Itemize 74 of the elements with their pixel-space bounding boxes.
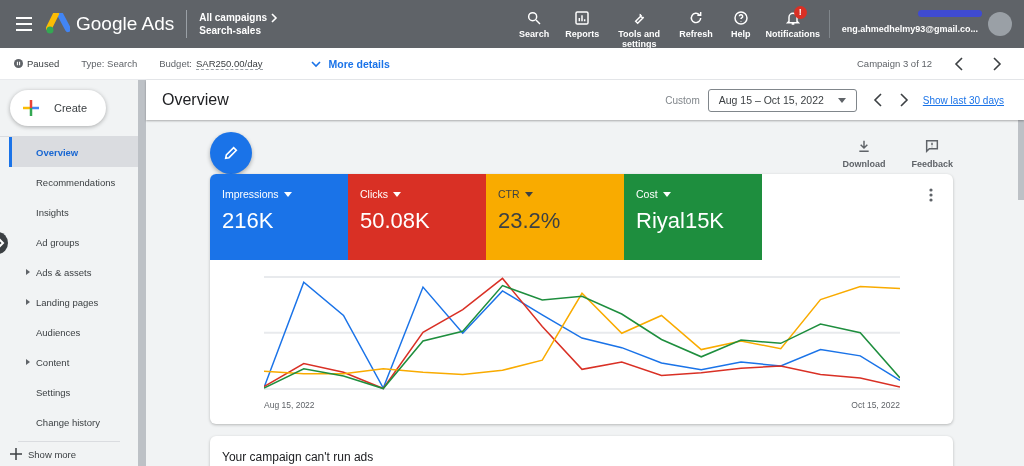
more-options-icon[interactable]: [929, 188, 933, 202]
sidebar-item[interactable]: Recommendations: [9, 167, 138, 197]
metric-tile[interactable]: CTR 23.2%: [486, 174, 624, 260]
chevron-down-icon: [310, 59, 321, 68]
chevron-left-icon: [872, 93, 883, 107]
refresh-button[interactable]: Refresh: [671, 9, 721, 39]
sidebar-item[interactable]: Insights: [9, 197, 138, 227]
axis-label: Aug 15, 2022: [264, 400, 315, 410]
caret-icon: [283, 191, 292, 197]
app-name: Google Ads: [76, 13, 175, 35]
metric-dropdown[interactable]: Cost: [636, 188, 750, 200]
metric-value: 23.2%: [498, 208, 562, 234]
help-icon: [732, 9, 749, 26]
sidebar-item[interactable]: Overview: [9, 137, 138, 167]
edit-button[interactable]: [210, 132, 252, 174]
reports-button[interactable]: Reports: [557, 9, 608, 39]
metric-tile[interactable]: Impressions 216K: [210, 174, 348, 260]
sidebar-item[interactable]: Landing pages: [9, 287, 138, 317]
caret-icon: [662, 191, 671, 197]
last-30-days-link[interactable]: Show last 30 days: [922, 94, 1004, 106]
chevron-right-icon: [270, 12, 279, 23]
logo-icon: [46, 13, 70, 35]
create-button[interactable]: Create: [10, 90, 106, 126]
help-button[interactable]: Help: [720, 9, 761, 39]
metric-value: 216K: [222, 208, 275, 234]
metric-tile[interactable]: Cost Riyal15K: [624, 174, 762, 260]
metric-value: Riyal15K: [636, 208, 726, 234]
sidebar-item[interactable]: Ads & assets: [9, 257, 138, 287]
plus-icon: [22, 99, 40, 117]
page-title: Overview: [162, 91, 229, 109]
campaign-position: Campaign 3 of 12: [857, 58, 932, 69]
search-icon: [526, 9, 543, 26]
metric-dropdown[interactable]: Impressions: [222, 188, 336, 200]
caret-icon: [524, 191, 533, 197]
budget-value: SAR250.00/day: [195, 57, 263, 70]
date-range-dropdown[interactable]: Aug 15 – Oct 15, 2022: [707, 88, 857, 112]
axis-label: Oct 15, 2022: [851, 400, 900, 410]
plus-icon: [10, 448, 22, 460]
sidebar-item[interactable]: Content: [9, 347, 138, 377]
sidebar-item[interactable]: Audiences: [9, 317, 138, 347]
search-button[interactable]: Search: [511, 9, 558, 39]
notice-title: Your campaign can't run ads: [222, 450, 374, 466]
campaign-type: Type: Search: [81, 58, 138, 69]
chevron-right-icon: [898, 93, 909, 107]
feedback-button[interactable]: Feedback: [911, 132, 953, 169]
download-button[interactable]: Download: [842, 132, 886, 169]
metric-dropdown[interactable]: CTR: [498, 188, 612, 200]
campaign-name: Search-sales: [199, 24, 262, 37]
tools-button[interactable]: Tools and settings: [607, 9, 672, 49]
metric-dropdown[interactable]: Clicks: [360, 188, 474, 200]
sidebar-item[interactable]: Change history: [9, 407, 138, 437]
breadcrumb-link[interactable]: All campaigns: [199, 11, 279, 24]
menu-icon[interactable]: [16, 17, 32, 31]
caret-icon: [393, 191, 401, 197]
sidebar-item[interactable]: Ad groups: [9, 227, 138, 257]
show-more-button[interactable]: Show more: [0, 442, 138, 466]
pencil-icon: [223, 145, 239, 161]
account-email: eng.ahmedhelmy93@gmail.co...: [841, 24, 978, 34]
redaction-bar: [918, 10, 982, 17]
scrollbar-thumb[interactable]: [1018, 120, 1024, 200]
notification-badge: !: [793, 5, 807, 19]
metric-value: 50.08K: [360, 208, 431, 234]
bar-chart-icon: [574, 9, 591, 26]
range-label: Custom: [665, 94, 700, 106]
more-details-button[interactable]: More details: [310, 57, 390, 70]
sidebar-item[interactable]: Settings: [9, 377, 138, 407]
chevron-right-icon: [992, 56, 1002, 71]
status-label: Paused: [14, 58, 60, 69]
caret-icon: [837, 97, 846, 103]
metric-tile[interactable]: Clicks 50.08K: [348, 174, 486, 260]
feedback-icon: [924, 138, 941, 154]
pause-icon: [14, 59, 23, 68]
chevron-left-icon: [954, 56, 964, 71]
budget-label: Budget:: [159, 58, 192, 69]
